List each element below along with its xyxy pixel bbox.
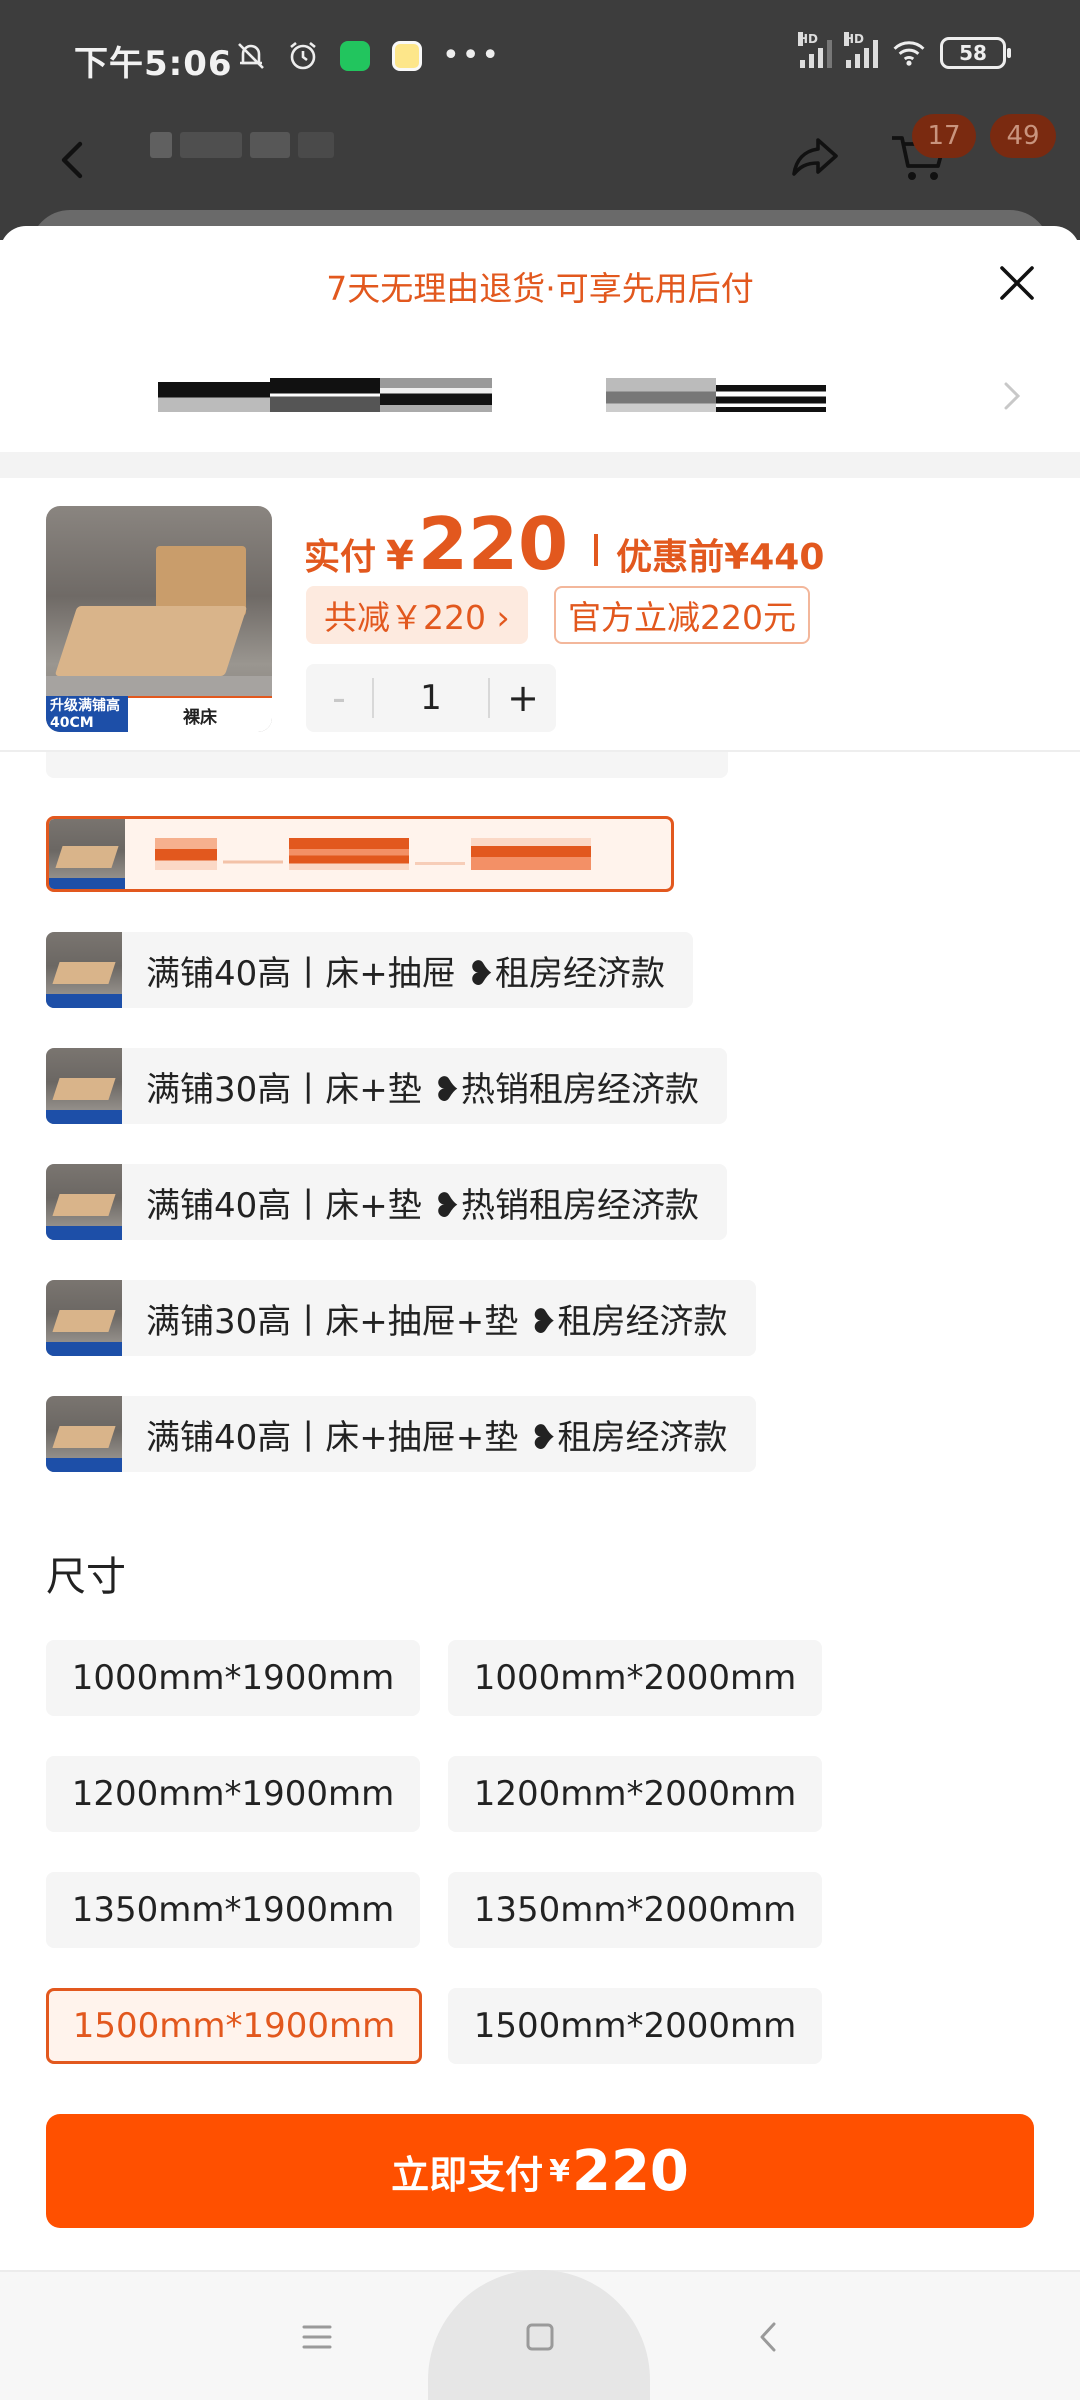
variant-option[interactable]: 满铺30高丨床+垫 ❥热销租房经济款: [46, 1048, 728, 1124]
price-currency: ¥: [386, 533, 414, 579]
wifi-icon: [892, 36, 926, 70]
variant-option-partial[interactable]: [46, 752, 728, 778]
pay-button-label: 立即支付: [391, 2152, 544, 2197]
variant-option-selected[interactable]: [46, 816, 674, 892]
size-section-title: 尺寸: [46, 1554, 126, 1600]
chevron-right-icon[interactable]: [996, 376, 1026, 416]
back-icon[interactable]: [744, 2312, 794, 2362]
variant-thumbnail: [46, 1048, 122, 1124]
redacted-address-1: [158, 378, 492, 412]
hd-signal-icon: HD: [798, 32, 832, 68]
sku-selector-sheet: 7天无理由退货·可享先用后付 升级满铺高40CM 裸床 实付 ¥ 220 优惠前…: [0, 226, 1080, 2400]
variant-label: 满铺40高丨床+垫 ❥热销租房经济款: [146, 1185, 700, 1226]
redacted-variant-label: [125, 838, 591, 870]
price-amount: 220: [417, 502, 569, 586]
size-option[interactable]: 1000mm*2000mm: [448, 1640, 822, 1716]
status-notification-icons: •••: [234, 38, 501, 73]
cart-count-badge: 17: [912, 114, 976, 158]
section-divider: [0, 452, 1080, 478]
redacted-address-2: [606, 378, 826, 412]
variant-thumbnail: [46, 932, 122, 1008]
variant-thumbnail: [46, 1164, 122, 1240]
size-option[interactable]: 1500mm*2000mm: [448, 1988, 822, 2064]
size-option[interactable]: 1350mm*1900mm: [46, 1872, 420, 1948]
app-yellow-icon: [390, 39, 424, 73]
hd-signal-icon: HD: [844, 32, 878, 68]
quantity-stepper: - 1 +: [306, 664, 556, 732]
message-count-badge: 49: [990, 114, 1056, 158]
close-icon[interactable]: [990, 256, 1044, 310]
variant-label: 满铺30高丨床+垫 ❥热销租房经济款: [146, 1069, 700, 1110]
battery-icon: 58: [940, 37, 1011, 69]
size-option[interactable]: 1000mm*1900mm: [46, 1640, 420, 1716]
variant-option[interactable]: 满铺30高丨床+抽屉+垫 ❥租房经济款: [46, 1280, 756, 1356]
price-before-label: 优惠前: [616, 537, 725, 578]
thumbnail-variant-label: 裸床: [128, 696, 272, 732]
price-prefix: 实付: [304, 537, 377, 578]
discount-detail-chip[interactable]: 共减￥220 ›: [306, 586, 528, 644]
price-before-amount: 440: [749, 537, 825, 578]
product-thumbnail[interactable]: 升级满铺高40CM 裸床: [46, 506, 272, 732]
size-option[interactable]: 1200mm*1900mm: [46, 1756, 420, 1832]
app-green-icon: [338, 39, 372, 73]
alarm-icon: [286, 39, 320, 73]
variant-option[interactable]: 满铺40高丨床+抽屉+垫 ❥租房经济款: [46, 1396, 756, 1472]
mute-bell-icon: [234, 39, 268, 73]
variant-option[interactable]: 满铺40高丨床+抽屉 ❥租房经济款: [46, 932, 694, 1008]
price-before-currency: ¥: [724, 537, 750, 578]
size-option[interactable]: 1350mm*2000mm: [448, 1872, 822, 1948]
status-time: 下午5:06: [74, 44, 233, 84]
variant-thumbnail: [46, 1396, 122, 1472]
more-dots-icon: •••: [442, 38, 502, 73]
status-bar: 下午5:06 ••• HD HD 58: [0, 0, 1080, 118]
home-icon[interactable]: [515, 2312, 565, 2362]
variant-thumbnail: [49, 819, 125, 889]
pay-button-amount: 220: [571, 2138, 689, 2204]
price-line: 实付 ¥ 220 优惠前 ¥ 440: [304, 502, 824, 586]
status-system-icons: HD HD 58: [798, 32, 1011, 70]
return-policy-banner: 7天无理由退货·可享先用后付: [326, 269, 754, 308]
back-arrow-icon[interactable]: [44, 130, 104, 190]
variant-option[interactable]: 满铺40高丨床+垫 ❥热销租房经济款: [46, 1164, 728, 1240]
variant-label: 满铺40高丨床+抽屉+垫 ❥租房经济款: [146, 1417, 728, 1458]
menu-icon[interactable]: [292, 2312, 342, 2362]
share-icon[interactable]: [786, 126, 846, 186]
variant-thumbnail: [46, 1280, 122, 1356]
pay-button-currency: ¥: [549, 2153, 570, 2189]
size-option[interactable]: 1200mm*2000mm: [448, 1756, 822, 1832]
quantity-minus-button[interactable]: -: [306, 664, 372, 732]
official-discount-chip: 官方立减220元: [554, 586, 810, 644]
price-divider: [594, 534, 599, 566]
variant-label: 满铺30高丨床+抽屉+垫 ❥租房经济款: [146, 1301, 728, 1342]
thumbnail-upgrade-label: 升级满铺高40CM: [46, 696, 128, 732]
pay-now-button[interactable]: 立即支付 ¥ 220: [46, 2114, 1034, 2228]
quantity-value[interactable]: 1: [374, 678, 488, 718]
redacted-shop-title: [150, 132, 334, 158]
variant-label: 满铺40高丨床+抽屉 ❥租房经济款: [146, 953, 666, 994]
size-option-selected[interactable]: 1500mm*1900mm: [46, 1988, 422, 2064]
quantity-plus-button[interactable]: +: [490, 664, 556, 732]
